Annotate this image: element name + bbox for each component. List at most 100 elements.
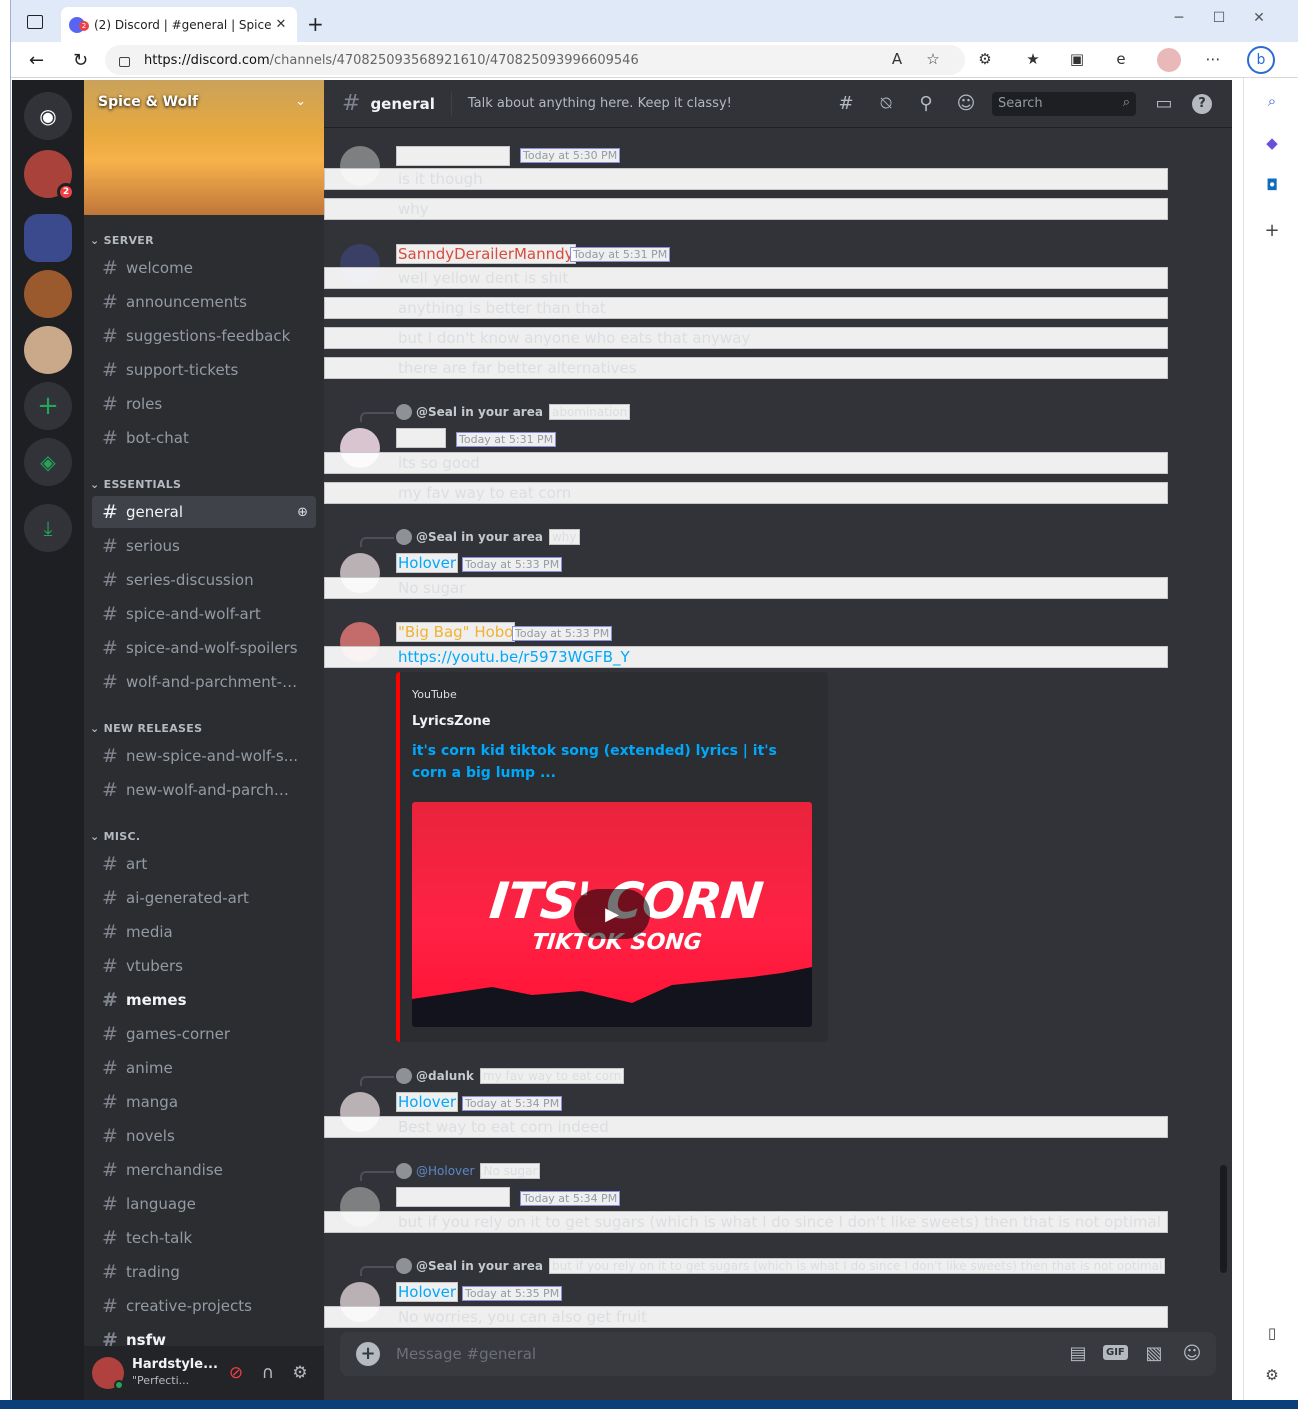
more-icon[interactable]: ⋯ — [1203, 50, 1223, 68]
channel-item[interactable]: # roles — [92, 388, 316, 420]
category-new-releases[interactable]: ⌄ NEW RELEASES — [90, 722, 202, 735]
message-author[interactable]: "Big Bag" Hobo — [396, 622, 516, 642]
play-icon[interactable]: ▶ — [574, 889, 650, 939]
channel-item[interactable]: # support-tickets — [92, 354, 316, 386]
bing-copilot-icon[interactable]: b — [1247, 46, 1275, 74]
message-author[interactable]: Holover — [396, 553, 459, 573]
channel-item[interactable]: # art — [92, 848, 316, 880]
copilot-icon[interactable]: ◆ — [1262, 134, 1282, 152]
refresh-icon[interactable]: ↻ — [73, 50, 88, 71]
channel-item[interactable]: # manga — [92, 1086, 316, 1118]
reply-preview[interactable]: @Seal in your area abomination — [396, 404, 631, 420]
minimize-button[interactable]: ─ — [1169, 10, 1189, 26]
server-avatar-4[interactable] — [24, 326, 72, 374]
category-essentials[interactable]: ⌄ ESSENTIALS — [90, 478, 181, 491]
threads-icon[interactable]: # — [834, 93, 858, 114]
gift-icon[interactable]: ▤ — [1066, 1343, 1090, 1364]
close-window-button[interactable]: ✕ — [1249, 10, 1269, 26]
video-thumbnail[interactable]: ITS' CORN TIKTOK SONG ▶ — [412, 802, 812, 1027]
message-author[interactable] — [396, 1187, 510, 1207]
channel-item[interactable]: # ai-generated-art — [92, 882, 316, 914]
server-spice-and-wolf-folder[interactable] — [24, 214, 72, 262]
message-composer[interactable]: + Message #general ▤ GIF ▧ ☺ — [340, 1332, 1216, 1376]
channel-item[interactable]: # wolf-and-parchment-s... — [92, 666, 316, 698]
reply-preview[interactable]: @dalunk my fav way to eat corn — [396, 1068, 625, 1084]
channel-item[interactable]: # series-discussion — [92, 564, 316, 596]
tab-close-button[interactable]: ✕ — [273, 17, 289, 32]
message-author[interactable] — [396, 146, 510, 166]
message-author[interactable]: SanndyDerailerManndy — [396, 244, 576, 264]
message-scrollbar[interactable] — [1220, 1165, 1227, 1273]
channel-item[interactable]: # games-corner — [92, 1018, 316, 1050]
gif-button[interactable]: GIF — [1103, 1345, 1128, 1360]
sticker-icon[interactable]: ▧ — [1142, 1343, 1166, 1364]
sidebar-toggle-icon[interactable]: ▯ — [1262, 1324, 1282, 1342]
url-field[interactable]: https://discord.com/channels/47082509356… — [105, 45, 965, 75]
search-input[interactable]: Search ⌕ — [992, 92, 1136, 116]
member-list-icon[interactable]: ☺ — [954, 93, 978, 114]
headphones-icon[interactable]: ∩ — [258, 1363, 278, 1383]
read-aloud-icon[interactable]: A — [887, 50, 907, 68]
profile-avatar[interactable] — [1157, 48, 1181, 72]
chevron-down-icon[interactable]: ⌄ — [295, 94, 306, 109]
add-sidebar-app-icon[interactable]: + — [1262, 220, 1282, 241]
outlook-icon[interactable]: ◘ — [1262, 176, 1282, 194]
notifications-muted-icon[interactable]: ⍉ — [874, 93, 898, 114]
channel-item[interactable]: # language — [92, 1188, 316, 1220]
add-server-icon[interactable]: + — [24, 382, 72, 430]
category-server[interactable]: ⌄ SERVER — [90, 234, 154, 247]
channel-item[interactable]: # trading — [92, 1256, 316, 1288]
channel-item[interactable]: # serious — [92, 530, 316, 562]
channel-item[interactable]: # memes — [92, 984, 316, 1016]
pinned-messages-icon[interactable]: ⚲ — [914, 93, 938, 114]
reply-preview[interactable]: @Seal in your area but if you rely on it … — [396, 1258, 1166, 1274]
inbox-icon[interactable]: ▭ — [1152, 93, 1176, 114]
channel-item[interactable]: # spice-and-wolf-spoilers — [92, 632, 316, 664]
embed-author[interactable]: LyricsZone — [412, 714, 491, 729]
reply-preview[interactable]: @Seal in your area why — [396, 529, 580, 545]
reply-preview[interactable]: @Holover No sugar — [396, 1163, 541, 1179]
user-settings-gear-icon[interactable]: ⚙ — [290, 1363, 310, 1383]
message-input[interactable]: Message #general — [396, 1345, 536, 1363]
message-author[interactable]: Holover — [396, 1092, 459, 1112]
tab-actions-icon[interactable] — [27, 15, 43, 29]
channel-item[interactable]: # tech-talk — [92, 1222, 316, 1254]
server-avatar-1[interactable]: 2 — [24, 150, 75, 201]
back-icon[interactable]: ← — [29, 50, 44, 71]
collections-icon[interactable]: ▣ — [1067, 50, 1087, 68]
server-banner[interactable]: Spice & Wolf ⌄ — [84, 80, 324, 215]
channel-item[interactable]: # welcome — [92, 252, 316, 284]
emoji-icon[interactable]: ☺ — [1180, 1343, 1204, 1364]
new-tab-button[interactable]: + — [307, 12, 324, 36]
extensions-icon[interactable]: ⚙ — [975, 50, 995, 68]
add-favorite-icon[interactable]: ☆ — [923, 50, 943, 68]
help-icon[interactable]: ? — [1192, 94, 1212, 114]
channel-item[interactable]: # creative-projects — [92, 1290, 316, 1322]
maximize-button[interactable]: ☐ — [1209, 10, 1229, 26]
message-author[interactable]: Holover — [396, 1282, 459, 1302]
channel-item[interactable]: # novels — [92, 1120, 316, 1152]
channel-item[interactable]: # spice-and-wolf-art — [92, 598, 316, 630]
embed-provider[interactable]: YouTube — [412, 688, 457, 701]
message-link[interactable]: https://youtu.be/r5973WGFB_Y — [324, 646, 1168, 668]
channel-item[interactable]: # new-spice-and-wolf-s... — [92, 740, 316, 772]
channel-item[interactable]: # new-wolf-and-parchm... — [92, 774, 316, 806]
upload-plus-icon[interactable]: + — [356, 1342, 380, 1366]
channel-item[interactable]: # suggestions-feedback — [92, 320, 316, 352]
embed-title[interactable]: it's corn kid tiktok song (extended) lyr… — [412, 740, 812, 784]
channel-item[interactable]: # announcements — [92, 286, 316, 318]
ie-mode-icon[interactable]: e — [1111, 50, 1131, 68]
category-misc[interactable]: ⌄ MISC. — [90, 830, 140, 843]
browser-tab[interactable]: (2) Discord | #general | Spice & W ✕ — [61, 7, 297, 42]
channel-item[interactable]: # bot-chat — [92, 422, 316, 454]
channel-item[interactable]: # anime — [92, 1052, 316, 1084]
search-icon[interactable]: ⌕ — [1262, 92, 1282, 110]
explore-servers-icon[interactable]: ◈ — [24, 438, 72, 486]
discord-home-icon[interactable]: ◉ — [24, 92, 72, 140]
settings-gear-icon[interactable]: ⚙ — [1262, 1366, 1282, 1384]
message-author[interactable] — [396, 428, 446, 448]
favorites-icon[interactable]: ★ — [1023, 50, 1043, 68]
channel-topic[interactable]: Talk about anything here. Keep it classy… — [468, 96, 732, 111]
channel-item[interactable]: # merchandise — [92, 1154, 316, 1186]
channel-item[interactable]: # vtubers — [92, 950, 316, 982]
